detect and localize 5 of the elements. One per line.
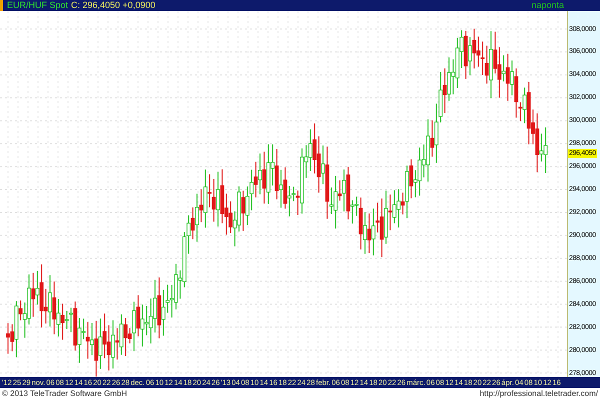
source-url: http://professional.teletrader.com/ bbox=[480, 388, 598, 400]
symbol-label: EUR/HUF Spot bbox=[7, 1, 68, 10]
copyright-text: © 2013 TeleTrader Software GmbH bbox=[2, 388, 128, 400]
quote-label: C: 296,4050 +0,0900 bbox=[71, 1, 156, 10]
interval-label: naponta bbox=[531, 1, 564, 10]
